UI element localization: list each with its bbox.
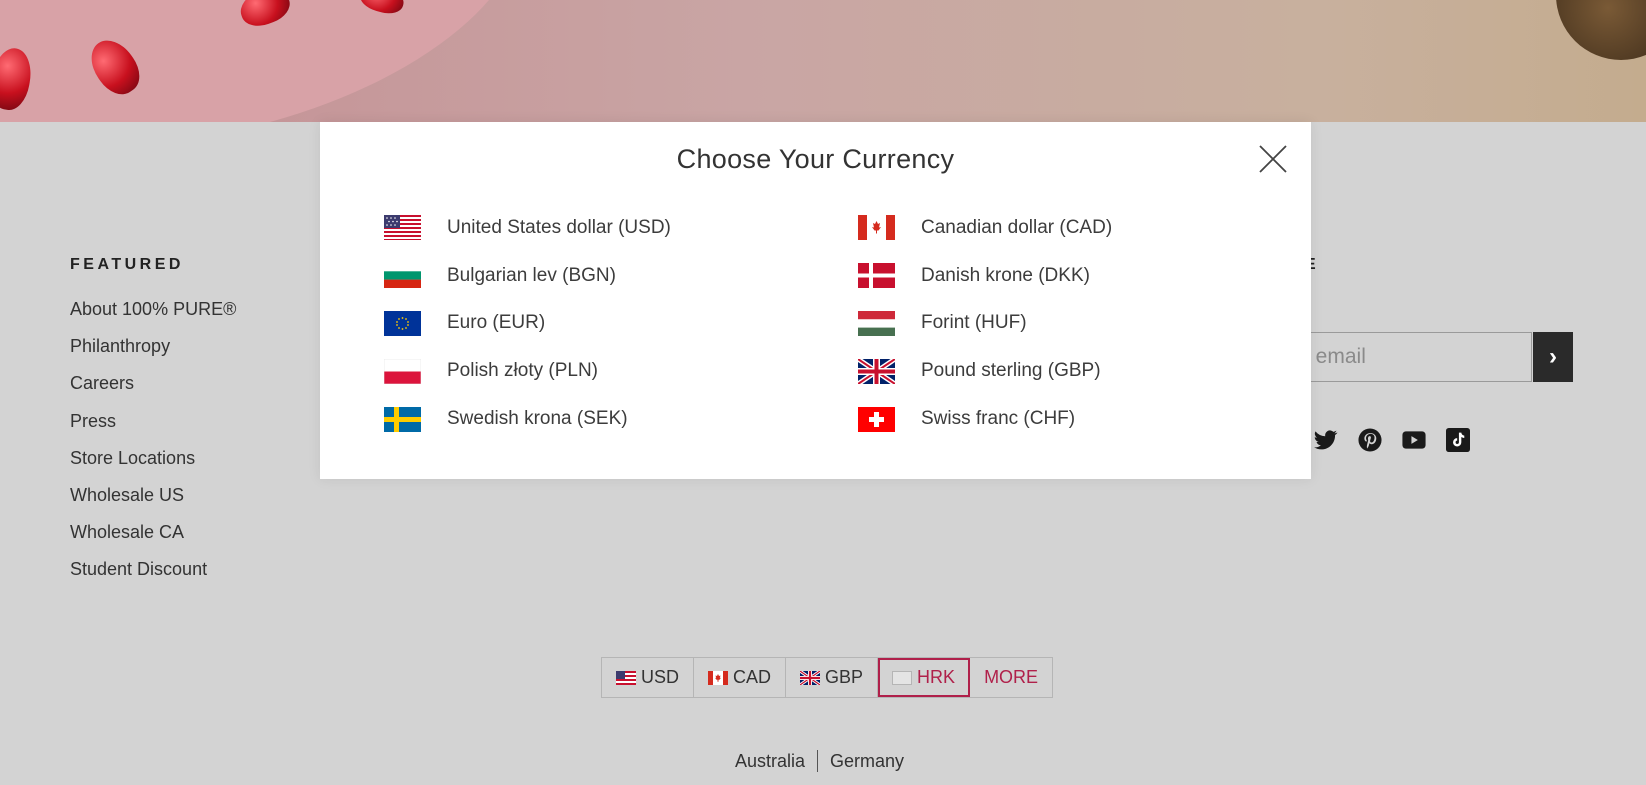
currency-label: Euro (EUR)	[447, 312, 546, 334]
currency-label: Forint (HUF)	[921, 312, 1027, 334]
currency-option-bgn[interactable]: Bulgarian lev (BGN)	[384, 252, 858, 300]
country-separator	[817, 750, 819, 772]
currency-option-chf[interactable]: Swiss franc (CHF)	[858, 395, 1264, 443]
us-flag-icon	[384, 215, 421, 241]
dk-flag-icon	[858, 263, 895, 289]
gb-flag-icon	[800, 670, 821, 685]
currency-label: Swedish krona (SEK)	[447, 408, 628, 430]
footer-link-wholesale-us[interactable]: Wholesale US	[70, 482, 236, 519]
tiktok-icon[interactable]	[1446, 428, 1470, 452]
close-icon	[1259, 145, 1287, 173]
twitter-icon[interactable]	[1314, 428, 1338, 452]
footer-link-philanthropy[interactable]: Philanthropy	[70, 333, 236, 370]
currency-label: United States dollar (USD)	[447, 216, 671, 238]
currency-cad-button[interactable]: CAD	[694, 658, 787, 697]
currency-modal: Choose Your Currency United States dolla…	[320, 122, 1311, 479]
currency-more-button[interactable]: MORE	[970, 658, 1052, 697]
currency-option-eur[interactable]: Euro (EUR)	[384, 300, 858, 348]
footer-featured-column: FEATURED About 100% PURE® Philanthropy C…	[70, 256, 236, 594]
footer-link-student-discount[interactable]: Student Discount	[70, 556, 236, 593]
chevron-right-icon: ›	[1549, 343, 1557, 370]
currency-hrk-label: HRK	[917, 667, 956, 687]
currency-label: Polish złoty (PLN)	[447, 360, 598, 382]
currency-gbp-button[interactable]: GBP	[786, 658, 879, 697]
gb-flag-icon	[858, 358, 895, 384]
footer-link-press[interactable]: Press	[70, 408, 236, 445]
footer-link-wholesale-ca[interactable]: Wholesale CA	[70, 519, 236, 556]
currency-option-huf[interactable]: Forint (HUF)	[858, 300, 1264, 348]
ca-flag-icon	[708, 670, 729, 685]
currency-option-sek[interactable]: Swedish krona (SEK)	[384, 395, 858, 443]
country-link-australia[interactable]: Australia	[735, 751, 805, 772]
pinterest-icon[interactable]	[1358, 428, 1382, 452]
currency-label: Canadian dollar (CAD)	[921, 216, 1113, 238]
modal-title: Choose Your Currency	[676, 144, 955, 174]
country-links: Australia Germany	[735, 750, 904, 772]
ch-flag-icon	[858, 406, 895, 432]
currency-hrk-button[interactable]: HRK	[878, 658, 971, 697]
currency-cad-label: CAD	[733, 667, 772, 687]
ca-flag-icon	[858, 215, 895, 241]
eu-flag-icon	[384, 310, 421, 336]
footer-featured-heading: FEATURED	[70, 256, 184, 273]
currency-option-cad[interactable]: Canadian dollar (CAD)	[858, 204, 1264, 252]
bg-flag-icon	[384, 263, 421, 289]
footer-link-about[interactable]: About 100% PURE®	[70, 296, 236, 333]
currency-option-dkk[interactable]: Danish krone (DKK)	[858, 252, 1264, 300]
currency-label: Bulgarian lev (BGN)	[447, 264, 616, 286]
currency-option-pln[interactable]: Polish złoty (PLN)	[384, 347, 858, 395]
youtube-icon[interactable]	[1402, 428, 1426, 452]
currency-label: Swiss franc (CHF)	[921, 408, 1076, 430]
footer-featured-links: About 100% PURE® Philanthropy Careers Pr…	[70, 296, 236, 594]
currency-gbp-label: GBP	[825, 667, 864, 687]
currency-option-usd[interactable]: United States dollar (USD)	[384, 204, 858, 252]
pl-flag-icon	[384, 358, 421, 384]
currency-list: United States dollar (USD) Canadian doll…	[384, 204, 1264, 443]
email-submit-button[interactable]: ›	[1533, 332, 1573, 382]
country-link-germany[interactable]: Germany	[830, 751, 904, 772]
hero-banner-image	[0, 0, 1646, 122]
currency-option-gbp[interactable]: Pound sterling (GBP)	[858, 347, 1264, 395]
currency-more-label: MORE	[984, 667, 1039, 687]
currency-usd-button[interactable]: USD	[602, 658, 695, 697]
currency-label: Danish krone (DKK)	[921, 264, 1090, 286]
footer-link-store-locations[interactable]: Store Locations	[70, 445, 236, 482]
us-flag-icon	[616, 670, 636, 685]
close-button[interactable]	[1257, 143, 1289, 175]
hu-flag-icon	[858, 310, 895, 336]
hr-flag-placeholder-icon	[892, 670, 913, 685]
currency-usd-label: USD	[641, 667, 680, 687]
currency-switcher-bar: USD CAD GBP HRK MORE	[601, 657, 1054, 698]
currency-label: Pound sterling (GBP)	[921, 360, 1101, 382]
footer-link-careers[interactable]: Careers	[70, 370, 236, 407]
se-flag-icon	[384, 406, 421, 432]
